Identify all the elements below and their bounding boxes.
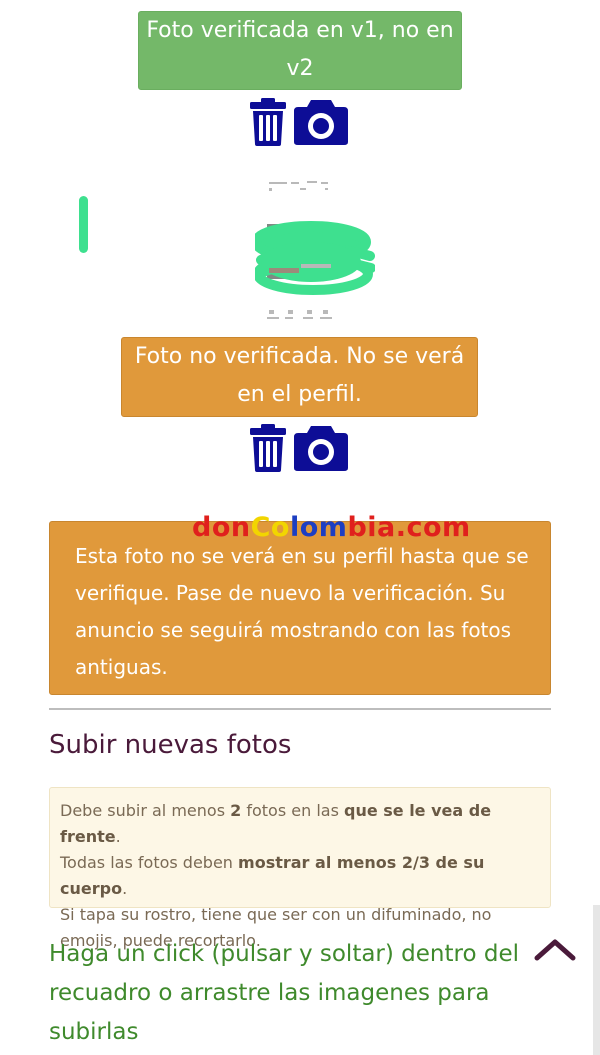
note-text: Todas las fotos deben — [60, 853, 239, 872]
verification-alert: Esta foto no se verá en su perfil hasta … — [49, 521, 551, 695]
photo-status-badge-verified: Foto verificada en v1, no en v2 — [138, 11, 462, 90]
camera-icon — [294, 426, 348, 471]
watermark-part: don — [192, 512, 251, 543]
watermark-part: bia.com — [347, 512, 471, 543]
note-text: fotos en las — [241, 801, 344, 820]
upload-section-title: Subir nuevas fotos — [49, 730, 292, 760]
photo-status-text: Foto no verificada. No se verá en el per… — [134, 344, 465, 407]
photo-thumbnail[interactable] — [255, 178, 375, 324]
chevron-up-icon — [534, 939, 576, 961]
upload-requirements-note: Debe subir al menos 2 fotos en las que s… — [49, 787, 551, 950]
camera-icon — [294, 100, 348, 145]
scroll-to-top-button[interactable] — [532, 930, 578, 970]
photo-status-badge-unverified: Foto no verificada. No se verá en el per… — [121, 337, 478, 417]
photo-image — [255, 181, 375, 319]
marker-stroke — [79, 196, 88, 253]
delete-photo-button[interactable] — [249, 98, 287, 150]
section-divider — [49, 708, 551, 710]
photo-status-text: Foto verificada en v1, no en v2 — [146, 18, 454, 81]
scrollbar[interactable] — [593, 905, 600, 1055]
upload-dropzone[interactable]: Haga un click (pulsar y soltar) dentro d… — [49, 935, 519, 1052]
replace-photo-button[interactable] — [293, 424, 349, 476]
trash-icon — [250, 98, 286, 146]
photo-actions — [249, 424, 349, 476]
dropzone-text: Haga un click (pulsar y soltar) dentro d… — [49, 941, 519, 1045]
delete-photo-button[interactable] — [249, 424, 287, 476]
note-emphasis: 2 — [230, 801, 242, 820]
alert-text: Esta foto no se verá en su perfil hasta … — [75, 544, 529, 679]
watermark-part: Co — [250, 512, 290, 543]
trash-icon — [250, 424, 286, 472]
note-text: . — [122, 879, 128, 898]
replace-photo-button[interactable] — [293, 98, 349, 150]
site-watermark: donColombia.com — [192, 512, 471, 543]
watermark-part: lom — [289, 512, 348, 543]
photo-actions — [249, 98, 349, 150]
note-text: Debe subir al menos — [60, 801, 231, 820]
note-text: . — [115, 827, 121, 846]
